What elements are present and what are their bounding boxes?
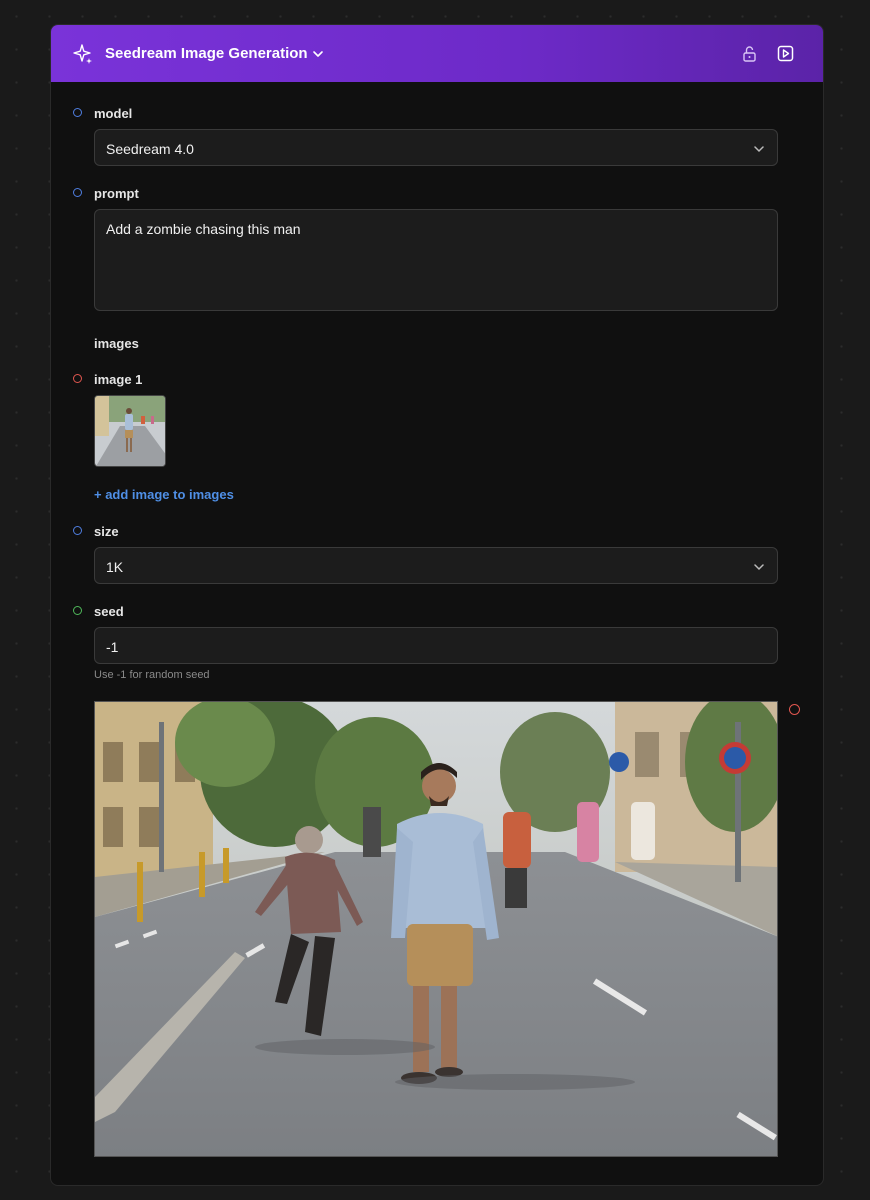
size-input-port[interactable] [73, 526, 82, 535]
model-value: Seedream 4.0 [106, 141, 194, 157]
prompt-value: Add a zombie chasing this man [106, 221, 301, 237]
image-1-thumbnail[interactable] [94, 395, 166, 467]
add-image-link[interactable]: + add image to images [94, 487, 234, 502]
prompt-label: prompt [94, 186, 139, 201]
model-label: model [94, 106, 133, 121]
play-icon[interactable] [777, 45, 794, 62]
size-select[interactable]: 1K [94, 547, 778, 584]
size-label: size [94, 524, 119, 539]
model-select[interactable]: Seedream 4.0 [94, 129, 778, 166]
prompt-textarea[interactable]: Add a zombie chasing this man [94, 209, 778, 311]
size-value: 1K [106, 559, 124, 575]
seed-input[interactable]: -1 [94, 627, 778, 664]
output-image [94, 701, 778, 1157]
unlock-icon[interactable] [741, 45, 758, 62]
node-header[interactable]: Seedream Image Generation [51, 25, 823, 82]
seed-input-port[interactable] [73, 606, 82, 615]
image-1-label: image 1 [94, 372, 143, 387]
image-1-input-port[interactable] [73, 374, 82, 383]
seed-label: seed [94, 604, 124, 619]
seed-value: -1 [106, 639, 119, 655]
prompt-input-port[interactable] [73, 188, 82, 197]
chevron-down-icon [754, 146, 764, 153]
seed-hint: Use -1 for random seed [94, 669, 210, 681]
output-port[interactable] [789, 704, 800, 715]
model-input-port[interactable] [73, 108, 82, 117]
chevron-down-icon[interactable] [311, 47, 325, 61]
chevron-down-icon [754, 564, 764, 571]
sparkles-icon [73, 44, 92, 64]
seedream-node[interactable]: Seedream Image Generation model Seedream… [50, 24, 824, 1186]
node-title: Seedream Image Generation [105, 45, 308, 62]
images-label: images [94, 336, 139, 351]
